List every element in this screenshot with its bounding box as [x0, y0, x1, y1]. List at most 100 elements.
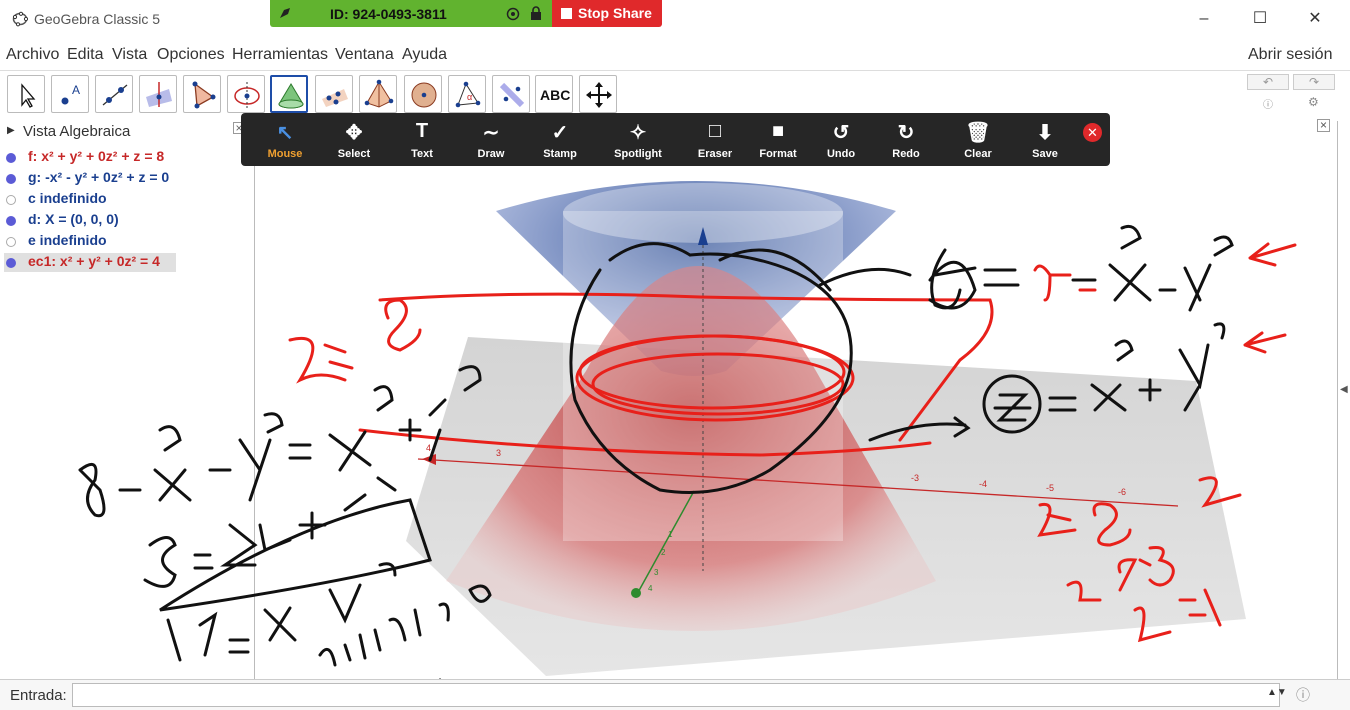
annotate-clear-button[interactable]: 🗑 Clear	[949, 113, 1007, 166]
menu-edita[interactable]: Edita	[67, 46, 103, 64]
minimize-button[interactable]: –	[1193, 8, 1215, 30]
y-tick-4: 4	[648, 584, 653, 593]
move-arrows-icon	[586, 82, 612, 108]
undo-button[interactable]: ↶	[1247, 74, 1289, 90]
stamp-label: Stamp	[543, 148, 577, 160]
polygon-tool[interactable]	[183, 75, 221, 113]
geogebra-logo-icon	[12, 11, 28, 27]
algebra-item[interactable]: f: x² + y² + 0z² + z = 8	[4, 148, 176, 167]
menu-vista[interactable]: Vista	[112, 46, 147, 64]
svg-text:A: A	[72, 83, 80, 97]
cursor-arrow-icon	[21, 83, 36, 108]
annotate-draw-button[interactable]: ∼ Draw	[469, 113, 513, 166]
clear-label: Clear	[964, 148, 992, 160]
move-tool[interactable]	[7, 75, 45, 113]
collapse-triangle-icon[interactable]: ▶	[7, 125, 15, 136]
graphics-3d-view[interactable]: 4 3 -3 -4 -5 -6 1 2 3 4 × ◀	[256, 119, 1348, 679]
shield-icon	[280, 8, 290, 18]
draw-icon: ∼	[482, 122, 500, 144]
menu-archivo[interactable]: Archivo	[6, 46, 59, 64]
text-icon: T	[415, 120, 429, 142]
gear-icon[interactable]: ⚙	[1308, 95, 1319, 109]
text-tool-label: ABC	[540, 87, 571, 103]
menu-herramientas[interactable]: Herramientas	[232, 46, 328, 64]
visibility-dot-icon[interactable]	[6, 153, 16, 163]
point-icon: A	[61, 83, 80, 105]
pyramid-tool[interactable]	[359, 75, 397, 113]
annotate-redo-button[interactable]: ↻ Redo	[883, 113, 929, 166]
line-tool[interactable]	[95, 75, 133, 113]
annotate-select-button[interactable]: ✥ Select	[331, 113, 377, 166]
input-help-icon[interactable]: ⓘ	[1296, 685, 1310, 705]
annotate-stamp-button[interactable]: ✓ Stamp	[535, 113, 585, 166]
annotate-eraser-button[interactable]: □ Eraser	[691, 113, 739, 166]
angle-icon: α	[455, 81, 481, 108]
help-icon[interactable]: ⓘ	[1263, 96, 1273, 111]
menu-ayuda[interactable]: Ayuda	[402, 46, 447, 64]
pyramid-icon	[364, 79, 394, 108]
input-history-chevron-icon[interactable]: ▲▼	[1267, 687, 1287, 698]
circle-axis-icon	[234, 82, 260, 109]
algebra-item[interactable]: e indefinido	[4, 232, 176, 251]
visibility-dot-icon[interactable]	[6, 174, 16, 184]
menu-ventana[interactable]: Ventana	[335, 46, 394, 64]
visibility-dot-icon[interactable]	[6, 216, 16, 226]
algebra-item-text: c indefinido	[28, 190, 107, 206]
stamp-icon: ✓	[551, 122, 569, 144]
svg-text:α: α	[467, 92, 472, 102]
algebra-item[interactable]: g: -x² - y² + 0z² + z = 0	[4, 169, 176, 188]
annotate-format-button[interactable]: ■ Format	[753, 113, 803, 166]
algebra-item[interactable]: d: X = (0, 0, 0)	[4, 211, 176, 230]
format-icon: ■	[771, 120, 785, 142]
annotate-undo-button[interactable]: ↺ Undo	[811, 113, 871, 166]
annotate-mouse-button[interactable]: ↖ Mouse	[255, 113, 315, 166]
clear-icon: 🗑	[965, 122, 991, 144]
visibility-dot-icon[interactable]	[6, 237, 16, 247]
algebra-item[interactable]: c indefinido	[4, 190, 176, 209]
meeting-id: ID: 924-0493-3811	[330, 6, 447, 22]
eraser-icon: □	[708, 120, 722, 142]
redo-icon: ↻	[897, 122, 915, 144]
sphere-points-tool[interactable]	[315, 75, 353, 113]
move-view-tool[interactable]	[579, 75, 617, 113]
eraser-label: Eraser	[697, 148, 733, 160]
reflect-tool[interactable]	[492, 75, 530, 113]
cone-tool[interactable]	[270, 75, 308, 113]
algebra-view-title: Vista Algebraica	[23, 123, 131, 140]
redo-label: Redo	[892, 148, 920, 160]
sphere-tool[interactable]	[404, 75, 442, 113]
side-expand-icon[interactable]: ◀	[1340, 384, 1348, 395]
close-annotation-button[interactable]: ✕	[1083, 123, 1102, 142]
reflect-plane-icon	[499, 82, 525, 108]
perpendicular-plane-icon	[146, 82, 172, 107]
visibility-dot-icon[interactable]	[6, 258, 16, 268]
annotate-text-button[interactable]: T Text	[401, 113, 443, 166]
redo-button[interactable]: ↷	[1293, 74, 1335, 90]
cone-icon	[278, 83, 304, 109]
menu-opciones[interactable]: Opciones	[157, 46, 225, 64]
annotate-save-button[interactable]: ⬇ Save	[1019, 113, 1071, 166]
close-window-button[interactable]: ✕	[1304, 8, 1326, 30]
maximize-button[interactable]: ☐	[1249, 8, 1271, 30]
point-tool[interactable]: A	[51, 75, 89, 113]
plane-points-icon	[322, 89, 348, 107]
y-tick-2: 2	[661, 548, 666, 557]
close-graphics-icon[interactable]: ×	[1317, 119, 1330, 132]
text-tool[interactable]: ABC	[535, 75, 573, 113]
annotate-spotlight-button[interactable]: ✧ Spotlight	[603, 113, 673, 166]
algebra-item[interactable]: ec1: x² + y² + 0z² = 4	[4, 253, 176, 272]
angle-tool[interactable]: α	[448, 75, 486, 113]
draw-label: Draw	[477, 148, 505, 160]
visibility-dot-icon[interactable]	[6, 195, 16, 205]
window-title: GeoGebra Classic 5	[34, 11, 161, 27]
perpendicular-tool[interactable]	[139, 75, 177, 113]
input-field[interactable]	[72, 683, 1280, 707]
algebra-item-text: g: -x² - y² + 0z² + z = 0	[28, 169, 170, 185]
stop-share-button[interactable]: Stop Share	[552, 0, 662, 27]
circle-tool[interactable]	[227, 75, 265, 113]
stop-share-label: Stop Share	[578, 5, 652, 21]
x-tick-3: 3	[496, 448, 501, 458]
login-link[interactable]: Abrir sesión	[1248, 46, 1332, 64]
mouse-icon: ↖	[276, 122, 294, 144]
x-tick-m5: -5	[1046, 483, 1054, 493]
